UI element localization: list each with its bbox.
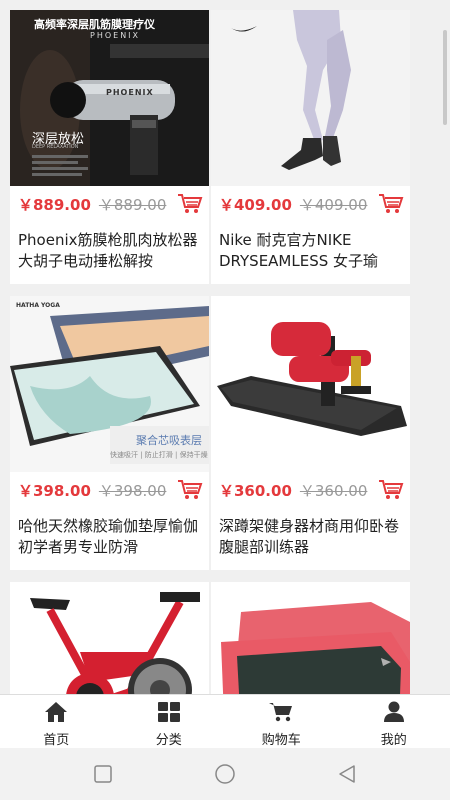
price: ￥889.00 [18, 195, 91, 214]
screen: 高频率深层肌筋膜理疗仪 PHOENIX PHOENIX 深层放松 DEEP RE… [0, 0, 450, 800]
image-feature-list [32, 152, 88, 179]
product-image[interactable] [211, 296, 410, 472]
product-title[interactable]: 哈他天然橡胶瑜伽垫厚愉伽初学者男专业防滑 [10, 508, 209, 570]
tab-profile[interactable]: 我的 [338, 695, 450, 748]
product-title[interactable]: Phoenix筋膜枪肌肉放松器大胡子电动捶松解按 [10, 222, 209, 284]
product-card[interactable]: ￥360.00 ￥360.00 深蹲架健身器材商用仰卧卷腹腿部训练器 [211, 296, 410, 570]
price-row: ￥409.00 ￥409.00 [211, 186, 410, 222]
leggings-image [211, 10, 410, 186]
product-row: 高频率深层肌筋膜理疗仪 PHOENIX PHOENIX 深层放松 DEEP RE… [10, 10, 410, 284]
add-to-cart-icon[interactable] [177, 479, 203, 501]
image-brand: PHOENIX [90, 31, 141, 40]
grid-icon [157, 702, 180, 722]
product-title[interactable]: Nike 耐克官方NIKE DRYSEAMLESS 女子瑜 [211, 222, 410, 284]
tab-label: 首页 [43, 733, 70, 748]
product-card[interactable]: HATHA YOGA 聚合芯吸表层 快速吸汗 | 防止打滑 | 保持干燥 ￥39… [10, 296, 209, 570]
original-price: ￥409.00 [299, 195, 368, 214]
image-headline: 高频率深层肌筋膜理疗仪 [34, 18, 155, 31]
image-tag-sub: DEEP RELAXATION [32, 144, 79, 150]
back-icon[interactable] [336, 763, 358, 785]
brand-logo: HATHA YOGA [16, 302, 60, 309]
home-button-icon[interactable] [214, 763, 236, 785]
bottom-tab-bar: 首页 分类 购物车 我的 [0, 694, 450, 748]
product-image[interactable] [211, 10, 410, 186]
device-brand-label: PHOENIX [106, 88, 154, 97]
scrollbar[interactable] [443, 30, 447, 125]
product-image[interactable]: HATHA YOGA 聚合芯吸表层 快速吸汗 | 防止打滑 | 保持干燥 [10, 296, 209, 472]
original-price: ￥360.00 [299, 481, 368, 500]
product-grid: 高频率深层肌筋膜理疗仪 PHOENIX PHOENIX 深层放松 DEEP RE… [10, 10, 410, 774]
home-icon [45, 702, 68, 722]
add-to-cart-icon[interactable] [378, 193, 404, 215]
price-row: ￥889.00 ￥889.00 [10, 186, 209, 222]
cart-icon [269, 703, 293, 722]
price: ￥409.00 [219, 195, 292, 214]
system-navigation-bar [0, 748, 450, 800]
add-to-cart-icon[interactable] [177, 193, 203, 215]
tab-category[interactable]: 分类 [113, 695, 226, 748]
price-row: ￥398.00 ￥398.00 [10, 472, 209, 508]
original-price: ￥889.00 [98, 195, 167, 214]
price: ￥398.00 [18, 481, 91, 500]
user-icon [383, 701, 404, 722]
add-to-cart-icon[interactable] [378, 479, 404, 501]
tab-cart[interactable]: 购物车 [225, 695, 338, 748]
image-banner-sub: 快速吸汗 | 防止打滑 | 保持干燥 [110, 451, 208, 459]
product-image[interactable]: 高频率深层肌筋膜理疗仪 PHOENIX PHOENIX 深层放松 DEEP RE… [10, 10, 209, 186]
product-card[interactable]: 高频率深层肌筋膜理疗仪 PHOENIX PHOENIX 深层放松 DEEP RE… [10, 10, 209, 284]
price: ￥360.00 [219, 481, 292, 500]
recent-apps-icon[interactable] [92, 763, 114, 785]
tab-label: 我的 [380, 733, 407, 748]
product-row: HATHA YOGA 聚合芯吸表层 快速吸汗 | 防止打滑 | 保持干燥 ￥39… [10, 296, 410, 570]
squat-rack-image [211, 296, 410, 472]
product-card[interactable]: ￥409.00 ￥409.00 Nike 耐克官方NIKE DRYSEAMLES… [211, 10, 410, 284]
tab-label: 分类 [155, 733, 182, 748]
price-row: ￥360.00 ￥360.00 [211, 472, 410, 508]
tab-label: 购物车 [261, 733, 301, 748]
product-title[interactable]: 深蹲架健身器材商用仰卧卷腹腿部训练器 [211, 508, 410, 570]
image-banner: 聚合芯吸表层 [136, 434, 202, 447]
tab-home[interactable]: 首页 [0, 695, 113, 748]
original-price: ￥398.00 [98, 481, 167, 500]
